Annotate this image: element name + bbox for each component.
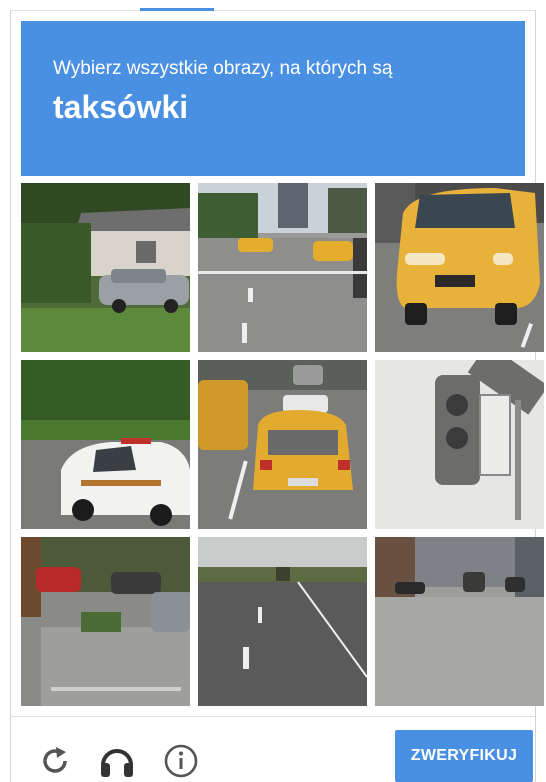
tile-8-image xyxy=(198,537,367,706)
image-tile-3[interactable] xyxy=(375,183,544,352)
image-tile-4[interactable] xyxy=(21,360,190,529)
tile-3-image xyxy=(375,183,544,352)
tile-9-image xyxy=(375,537,544,706)
instructions-header: Wybierz wszystkie obrazy, na których są … xyxy=(21,21,525,176)
tile-2-image xyxy=(198,183,367,352)
help-button[interactable] xyxy=(161,741,201,781)
tile-6-image xyxy=(375,360,544,529)
tile-7-image xyxy=(21,537,190,706)
image-tile-8[interactable] xyxy=(198,537,367,706)
headphones-icon xyxy=(101,749,133,777)
verify-button[interactable]: ZWERYFIKUJ xyxy=(395,730,533,782)
image-tile-7[interactable] xyxy=(21,537,190,706)
image-tile-1[interactable] xyxy=(21,183,190,352)
audio-challenge-button[interactable] xyxy=(97,741,137,781)
tile-1-image xyxy=(21,183,190,352)
image-tile-5[interactable] xyxy=(198,360,367,529)
target-object-label: taksówki xyxy=(53,89,189,125)
top-accent-bar xyxy=(140,8,214,11)
captcha-footer: ZWERYFIKUJ xyxy=(11,716,535,782)
image-grid xyxy=(21,183,545,707)
tile-5-image xyxy=(198,360,367,529)
reload-button[interactable] xyxy=(35,741,75,781)
instruction-text: Wybierz wszystkie obrazy, na których są xyxy=(53,58,393,79)
image-tile-2[interactable] xyxy=(198,183,367,352)
tile-4-image xyxy=(21,360,190,529)
info-icon xyxy=(164,744,198,778)
image-tile-6[interactable] xyxy=(375,360,544,529)
reload-icon xyxy=(43,747,67,773)
image-tile-9[interactable] xyxy=(375,537,544,706)
